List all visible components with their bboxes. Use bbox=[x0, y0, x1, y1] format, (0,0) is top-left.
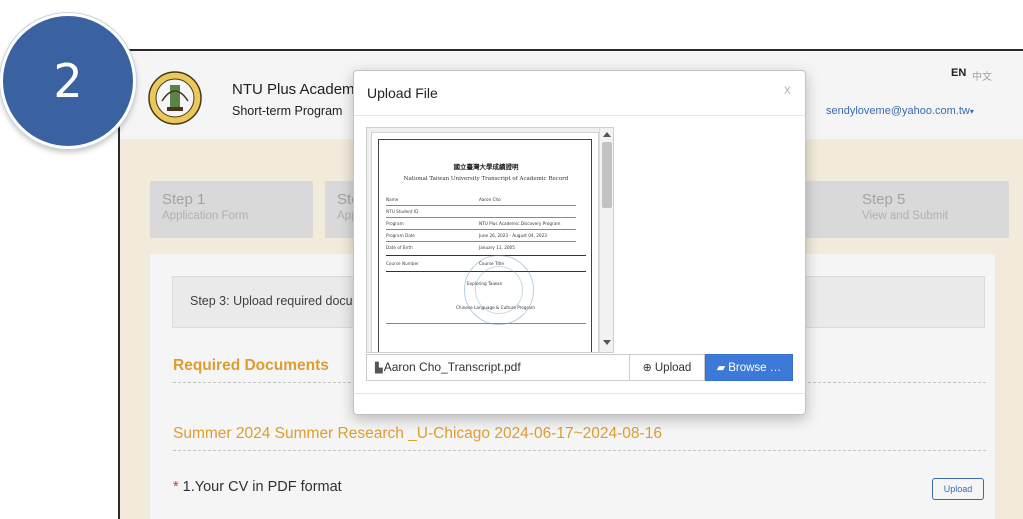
selected-file-field[interactable]: ▙Aaron Cho_Transcript.pdf bbox=[366, 354, 630, 381]
document-title-zh: 國立臺灣大學成績證明 bbox=[453, 163, 519, 171]
doc-value: NTU Plus Academic Discovery Program bbox=[479, 221, 561, 226]
dialog-header: Upload File x bbox=[354, 71, 805, 116]
upload-button-label: Upload bbox=[654, 361, 692, 374]
dialog-title: Upload File bbox=[367, 85, 438, 101]
doc-label: Program bbox=[386, 221, 404, 226]
doc-rule bbox=[386, 241, 576, 242]
preview-scrollbar[interactable] bbox=[599, 128, 613, 352]
document-title-en: National Taiwan University Transcript of… bbox=[403, 176, 569, 182]
doc-rule bbox=[386, 205, 576, 206]
doc-label: Name bbox=[386, 197, 399, 202]
scrollbar-thumb[interactable] bbox=[602, 142, 612, 208]
doc-rule bbox=[386, 255, 586, 256]
doc-label: NTU Student ID bbox=[386, 209, 419, 214]
file-icon: ▙ bbox=[375, 363, 383, 374]
doc-label: Date of Birth bbox=[386, 245, 413, 250]
scroll-down-arrow-icon[interactable] bbox=[603, 340, 611, 345]
doc-rule bbox=[386, 229, 576, 230]
doc-value: June 26, 2023 - August 04, 2023 bbox=[479, 233, 547, 238]
file-preview[interactable]: 國立臺灣大學成績證明 National Taiwan University Tr… bbox=[366, 127, 614, 353]
browse-button[interactable]: ▰ Browse … bbox=[705, 354, 793, 381]
doc-value: January 11, 2005 bbox=[479, 245, 515, 250]
close-icon[interactable]: x bbox=[784, 81, 791, 97]
file-input-group: ▙Aaron Cho_Transcript.pdf ⊕ Upload ▰ Brows… bbox=[366, 354, 793, 381]
upload-circle-icon: ⊕ bbox=[642, 362, 652, 374]
university-seal-icon bbox=[464, 255, 534, 325]
folder-open-icon: ▰ bbox=[716, 362, 726, 374]
doc-label: Program Date bbox=[386, 233, 416, 238]
doc-label: Course Number bbox=[386, 261, 419, 266]
dialog-footer-divider bbox=[354, 393, 805, 394]
upload-button[interactable]: ⊕ Upload bbox=[630, 354, 705, 381]
browse-button-label: Browse … bbox=[728, 361, 782, 374]
browser-page: NTU Plus Academic Discovery Program Shor… bbox=[118, 49, 1023, 519]
scroll-up-arrow-icon[interactable] bbox=[603, 132, 611, 137]
doc-rule bbox=[386, 323, 586, 324]
seal-inner-ring bbox=[475, 266, 523, 314]
doc-rule bbox=[386, 217, 576, 218]
upload-file-dialog: Upload File x 國立臺灣大學成績證明 National Taiwan… bbox=[353, 70, 806, 415]
step-number-badge: 2 bbox=[0, 13, 136, 149]
selected-file-name: Aaron Cho_Transcript.pdf bbox=[383, 360, 521, 374]
doc-value: Aaron Cho bbox=[479, 197, 501, 202]
transcript-document: 國立臺灣大學成績證明 National Taiwan University Tr… bbox=[371, 132, 599, 352]
